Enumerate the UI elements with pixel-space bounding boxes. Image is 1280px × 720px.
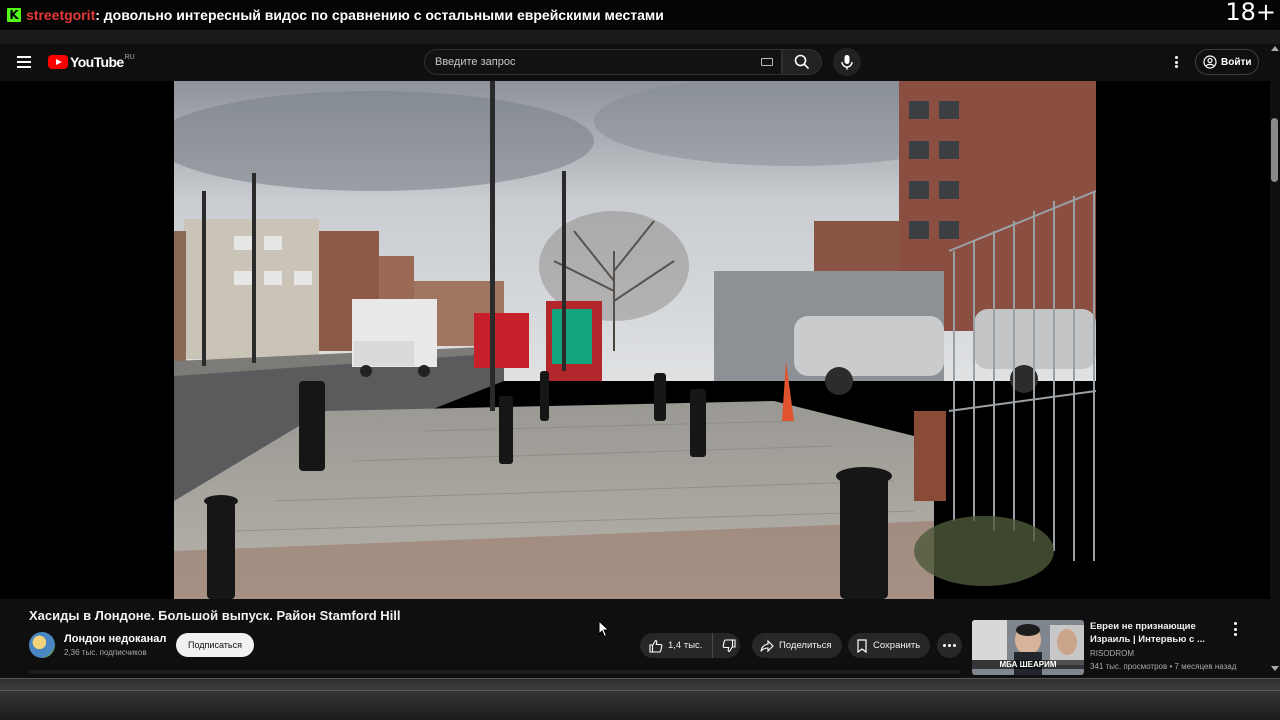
recommendation-channel[interactable]: RISODROM [1090,649,1134,658]
mouse-cursor-icon [598,620,610,638]
signin-button[interactable]: Войти [1195,49,1259,75]
stream-bottom-bar [0,678,1280,720]
street-scene-image [174,81,1096,599]
save-button[interactable]: Сохранить [848,633,930,658]
logo-text: YouTube [70,54,124,70]
scroll-up-arrow-icon[interactable] [1271,46,1279,51]
save-label: Сохранить [873,640,921,651]
thumbs-up-icon [649,639,663,653]
chat-username: streetgorit [26,7,96,23]
recommendation-meta: 341 тыс. просмотров • 7 месяцев назад [1090,662,1237,671]
screen: K streetgorit : довольно интересный видо… [0,0,1280,720]
youtube-header: YouTube RU Введите запрос Войти [0,44,1270,80]
more-horiz-icon [943,644,956,647]
chat-message: : довольно интересный видос по сравнению… [95,7,664,23]
channel-subscribers: 2,36 тыс. подписчиков [64,648,147,657]
menu-icon[interactable] [17,56,31,68]
share-icon [760,639,774,652]
more-actions-button[interactable] [937,633,962,658]
scroll-down-arrow-icon[interactable] [1271,666,1279,671]
signin-label: Войти [1221,56,1252,68]
search-button[interactable] [782,49,822,75]
share-button[interactable]: Поделиться [752,633,842,658]
bookmark-icon [857,638,867,653]
logo-region: RU [124,53,135,61]
video-title: Хасиды в Лондоне. Большой выпуск. Район … [29,608,401,623]
stream-chat-overlay: K streetgorit : довольно интересный видо… [0,0,1280,30]
channel-avatar[interactable] [29,632,55,658]
like-dislike-group: 1,4 тыс. [640,633,740,658]
search-placeholder: Введите запрос [435,56,516,68]
more-vert-icon[interactable] [1172,54,1180,70]
recommendation-thumbnail[interactable]: МБА ШЕАРИМ [972,620,1084,675]
dislike-button[interactable] [722,638,736,653]
recommendation-more-icon[interactable] [1232,622,1238,636]
age-rating-badge: 18+ [1225,0,1276,26]
video-frame[interactable] [174,81,1096,599]
channel-name[interactable]: Лондон недоканал [64,633,166,645]
subscribe-button[interactable]: Подписаться [176,633,254,657]
recommendation-title[interactable]: Евреи не признающие Израиль | Интервью с… [1090,620,1230,646]
thumbs-down-icon [723,638,736,652]
description-box-edge[interactable] [29,670,961,674]
keyboard-icon[interactable] [761,58,773,66]
share-label: Поделиться [779,640,832,651]
search-input[interactable]: Введите запрос [424,49,782,75]
voice-search-button[interactable] [833,48,861,76]
search-icon [794,54,810,70]
youtube-play-icon [48,55,68,69]
mic-icon [841,55,853,70]
kick-logo-icon: K [7,8,21,22]
thumbnail-caption: МБА ШЕАРИМ [972,660,1084,669]
account-icon [1203,55,1217,69]
like-button[interactable]: 1,4 тыс. [649,633,714,658]
video-player[interactable] [0,81,1270,599]
bottom-divider [0,690,1280,691]
youtube-logo[interactable]: YouTube RU [48,54,135,70]
like-count: 1,4 тыс. [668,640,703,651]
window-separator [0,30,1280,44]
scrollbar-thumb[interactable] [1271,118,1278,182]
